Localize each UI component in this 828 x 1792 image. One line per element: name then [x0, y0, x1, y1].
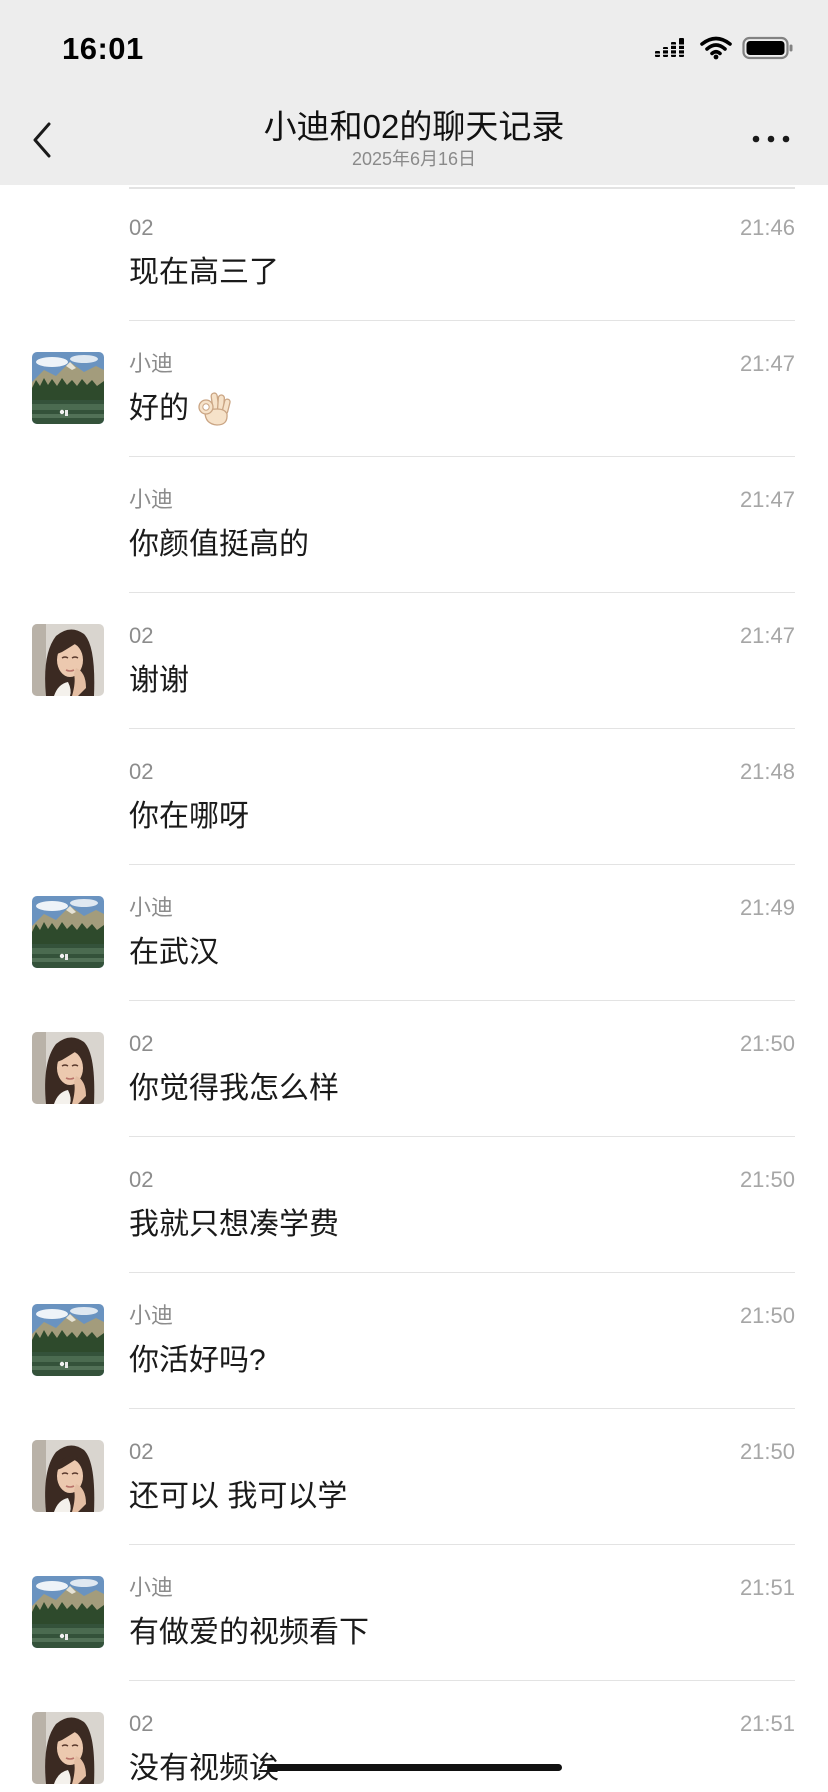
sender-name: 小迪 [129, 487, 174, 512]
portrait-avatar[interactable] [32, 1440, 104, 1512]
sender-name: 02 [129, 1031, 154, 1056]
page-title: 小迪和02的聊天记录 [263, 108, 565, 145]
message-content[interactable]: 还可以 我可以学 [129, 1475, 347, 1519]
message-row[interactable]: 小迪 21:49 在武汉 [0, 865, 828, 1001]
message-time: 21:49 [739, 895, 795, 920]
message-time: 21:48 [739, 759, 795, 784]
message-time: 21:50 [739, 1439, 795, 1464]
message-content[interactable]: 在武汉 [129, 931, 219, 975]
message-text: 你颜值挺高的 [129, 528, 309, 561]
message-row[interactable]: 小迪 21:47 你颜值挺高的 [0, 457, 828, 593]
landscape-avatar[interactable] [32, 1576, 104, 1648]
portrait-avatar[interactable] [32, 624, 104, 696]
message-row[interactable]: 小迪 21:51 有做爱的视频看下 [0, 1545, 828, 1681]
sender-name: 小迪 [129, 1303, 174, 1328]
portrait-avatar[interactable] [32, 1712, 104, 1784]
message-row[interactable]: 02 21:50 你觉得我怎么样 [0, 1001, 828, 1137]
battery-icon [742, 36, 793, 60]
message-time: 21:46 [739, 215, 795, 240]
sender-name: 02 [129, 215, 154, 240]
message-time: 21:47 [739, 351, 795, 376]
wifi-icon [700, 36, 732, 60]
message-content[interactable]: 你活好吗? [129, 1339, 266, 1383]
landscape-avatar[interactable] [32, 1304, 104, 1376]
sender-name: 小迪 [129, 1575, 174, 1600]
message-time: 21:51 [739, 1575, 795, 1600]
message-text: 你觉得我怎么样 [129, 1072, 339, 1105]
message-text: 还可以 我可以学 [129, 1480, 348, 1513]
message-time: 21:47 [739, 487, 795, 512]
message-content[interactable]: 我就只想凑学费 [129, 1203, 339, 1247]
message-text: 有做爱的视频看下 [129, 1616, 369, 1649]
portrait-avatar[interactable] [32, 1032, 104, 1104]
landscape-avatar[interactable] [32, 352, 104, 424]
message-text: 现在高三了 [129, 256, 279, 289]
message-text: 你在哪呀 [129, 800, 249, 833]
message-row[interactable]: 小迪 21:47 好的 [0, 321, 828, 457]
message-time: 21:50 [739, 1167, 795, 1192]
message-text: 谢谢 [129, 664, 189, 697]
ok-hand-emoji [195, 390, 233, 428]
home-indicator[interactable] [268, 1764, 562, 1771]
message-time: 21:47 [739, 623, 795, 648]
message-time: 21:50 [739, 1303, 795, 1328]
signal-icon [655, 38, 684, 57]
sender-name: 02 [129, 759, 154, 784]
message-content[interactable]: 现在高三了 [129, 251, 279, 295]
message-row[interactable]: 02 21:50 我就只想凑学费 [0, 1137, 828, 1273]
message-text: 好的 [129, 392, 189, 425]
message-content[interactable]: 谢谢 [129, 659, 189, 703]
chat-history-screen: 16:01 小迪和02的聊天记录 2025年6月16日 02 21:46 现在高… [0, 0, 828, 1792]
sender-name: 02 [129, 1711, 154, 1736]
message-content[interactable]: 你觉得我怎么样 [129, 1067, 339, 1111]
sender-name: 02 [129, 623, 154, 648]
message-content[interactable]: 有做爱的视频看下 [129, 1611, 369, 1655]
message-text: 你活好吗? [129, 1344, 266, 1377]
top-bar: 16:01 小迪和02的聊天记录 2025年6月16日 [0, 0, 828, 185]
message-text: 我就只想凑学费 [129, 1208, 339, 1241]
message-row[interactable]: 02 21:50 还可以 我可以学 [0, 1409, 828, 1545]
message-list[interactable]: 02 21:46 现在高三了 小迪 21:47 好的 小迪 21:47 你颜值挺高的 02 21:4… [0, 185, 828, 1792]
sender-name: 小迪 [129, 351, 174, 376]
sender-name: 小迪 [129, 895, 174, 920]
message-row[interactable]: 02 21:48 你在哪呀 [0, 729, 828, 865]
status-time: 16:01 [62, 31, 144, 66]
message-text: 在武汉 [129, 936, 219, 969]
more-icon[interactable] [748, 131, 794, 147]
message-time: 21:51 [739, 1711, 795, 1736]
message-row[interactable]: 小迪 21:50 你活好吗? [0, 1273, 828, 1409]
message-row[interactable]: 02 21:47 谢谢 [0, 593, 828, 729]
sender-name: 02 [129, 1167, 154, 1192]
sender-name: 02 [129, 1439, 154, 1464]
message-row[interactable]: 02 21:51 没有视频诶 [0, 1681, 828, 1792]
landscape-avatar[interactable] [32, 896, 104, 968]
message-time: 21:50 [739, 1031, 795, 1056]
message-row[interactable]: 02 21:46 现在高三了 [0, 185, 828, 321]
message-content[interactable]: 没有视频诶 [129, 1747, 279, 1791]
message-content[interactable]: 你在哪呀 [129, 795, 249, 839]
message-text: 没有视频诶 [129, 1752, 279, 1785]
message-content[interactable]: 好的 [129, 387, 233, 431]
message-content[interactable]: 你颜值挺高的 [129, 523, 309, 567]
page-subtitle-date: 2025年6月16日 [351, 149, 477, 169]
